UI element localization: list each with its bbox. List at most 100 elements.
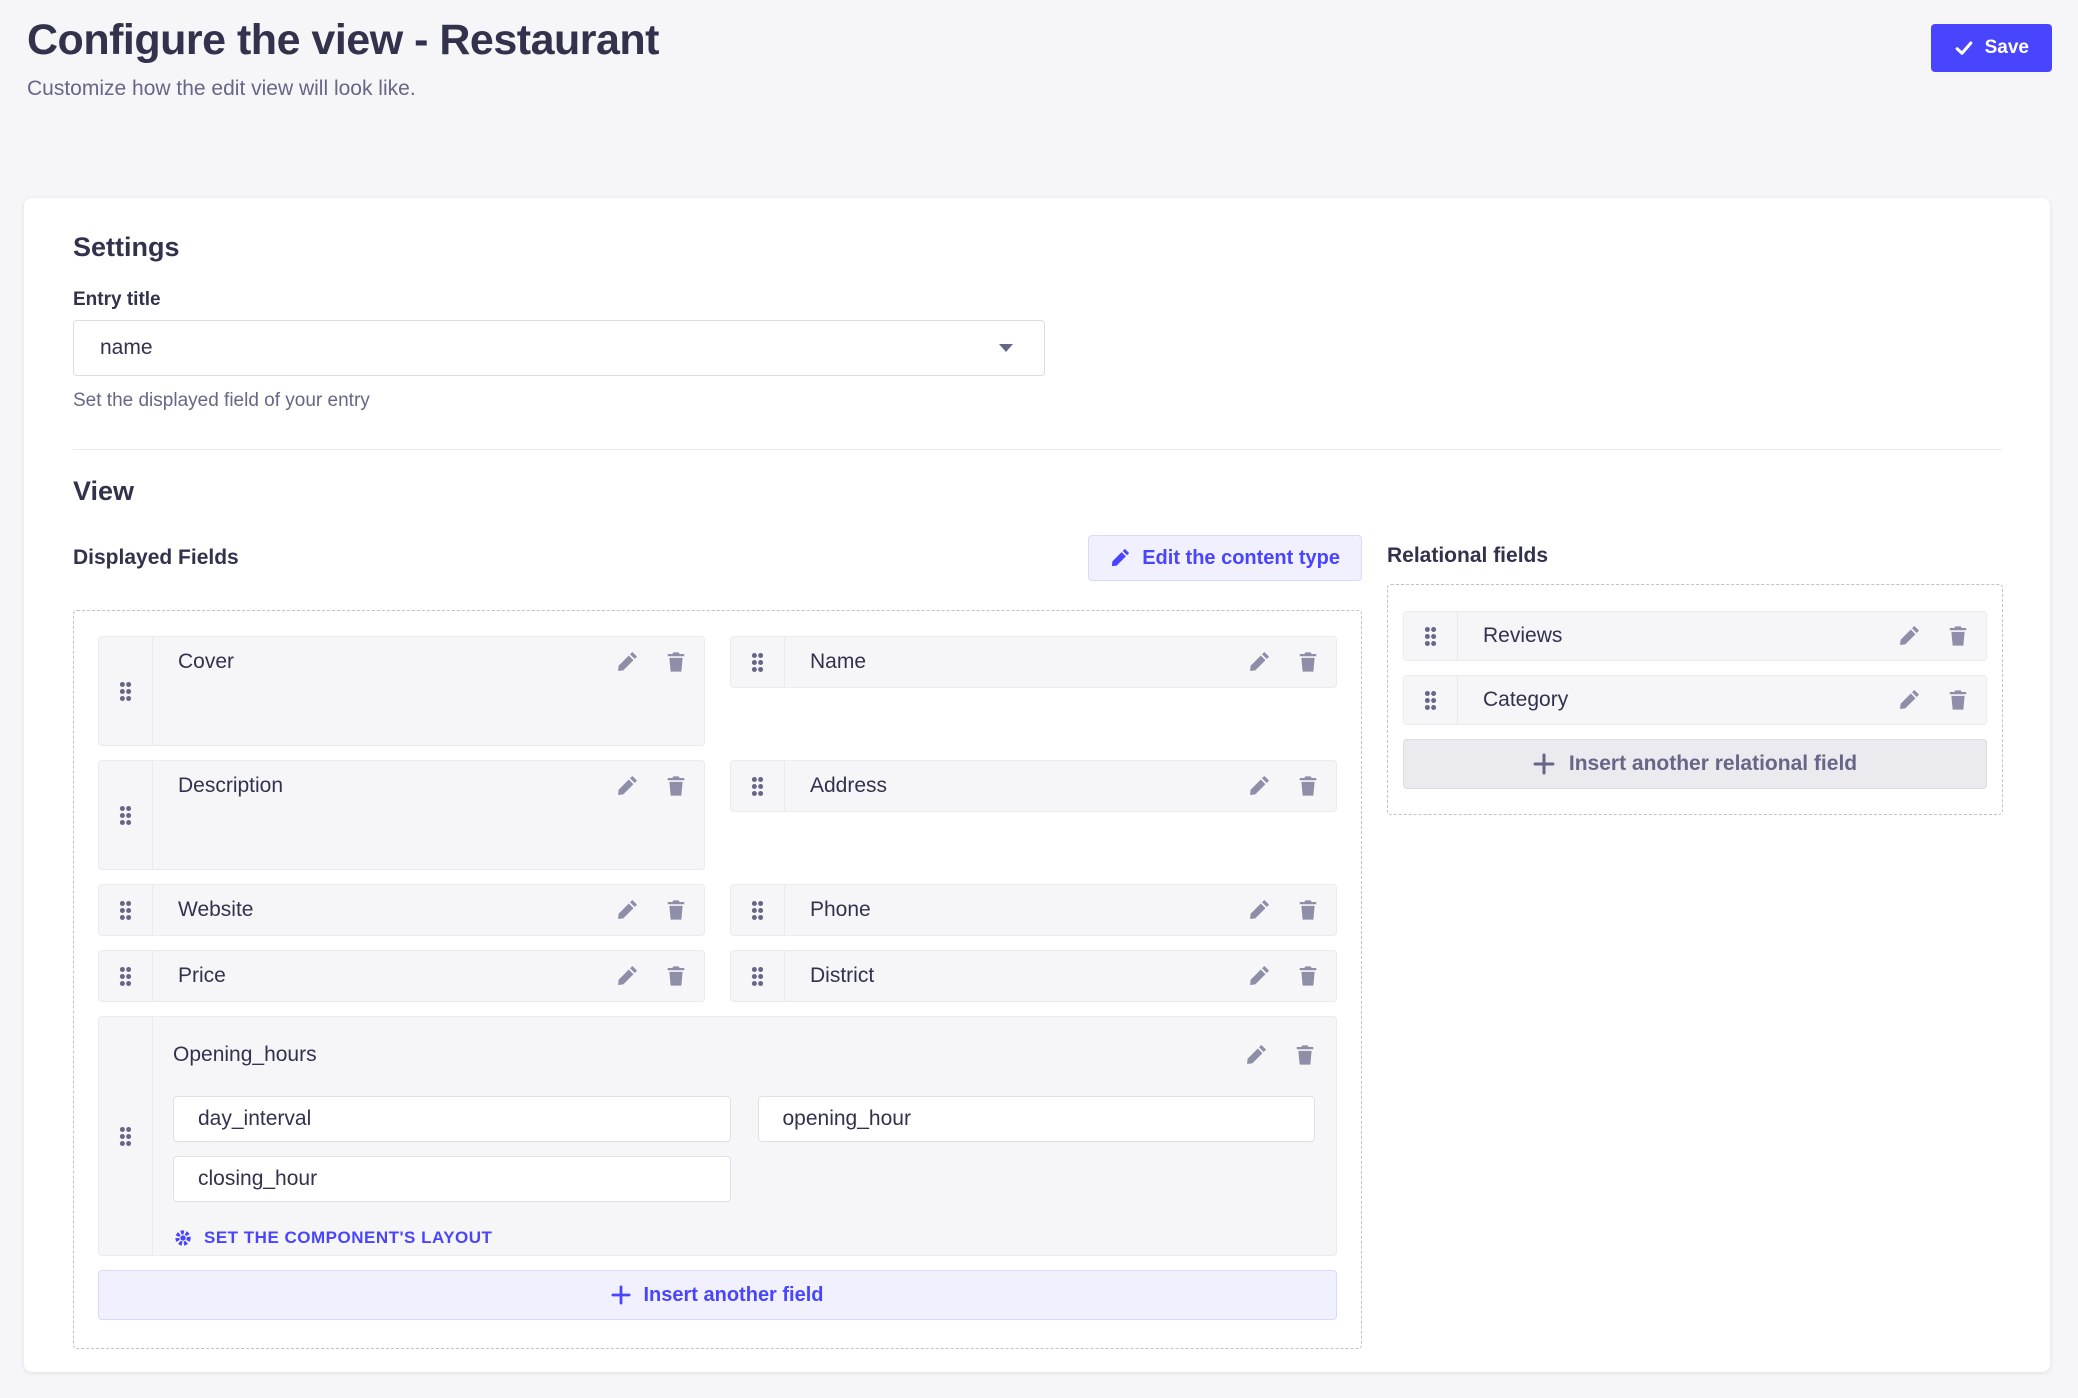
- entry-title-select[interactable]: name: [73, 320, 1045, 376]
- delete-field-button[interactable]: [1297, 775, 1319, 797]
- drag-handle[interactable]: [99, 637, 153, 745]
- subfield-label: opening_hour: [783, 1107, 911, 1131]
- delete-field-button[interactable]: [1947, 689, 1969, 711]
- field-card-address[interactable]: Address: [730, 760, 1337, 812]
- delete-field-button[interactable]: [665, 651, 687, 673]
- field-label: Cover: [178, 650, 589, 674]
- relational-fields-title: Relational fields: [1387, 544, 2003, 568]
- view-section-title: View: [73, 476, 2002, 507]
- delete-field-button[interactable]: [1297, 899, 1319, 921]
- drag-handle[interactable]: [99, 951, 153, 1001]
- trash-icon: [665, 965, 687, 987]
- trash-icon: [665, 651, 687, 673]
- relational-field-label: Reviews: [1483, 624, 1871, 648]
- drag-handle[interactable]: [1404, 612, 1458, 660]
- trash-icon: [1297, 899, 1319, 921]
- field-label: District: [810, 964, 1221, 988]
- edit-content-type-button[interactable]: Edit the content type: [1088, 535, 1362, 581]
- relational-fields-dropzone: Reviews Category: [1387, 584, 2003, 815]
- trash-icon: [1294, 1044, 1316, 1066]
- drag-handle[interactable]: [731, 885, 785, 935]
- trash-icon: [1947, 625, 1969, 647]
- insert-another-field-label: Insert another field: [643, 1284, 823, 1307]
- trash-icon: [1297, 965, 1319, 987]
- delete-field-button[interactable]: [1297, 965, 1319, 987]
- field-label: Website: [178, 898, 589, 922]
- subfield-label: closing_hour: [198, 1167, 317, 1191]
- drag-handle[interactable]: [731, 761, 785, 811]
- component-subfield-day-interval[interactable]: day_interval: [173, 1096, 731, 1142]
- pencil-icon: [1245, 1044, 1267, 1066]
- drag-handle-icon: [751, 776, 764, 797]
- pencil-icon: [616, 899, 638, 921]
- relational-card-category[interactable]: Category: [1403, 675, 1987, 725]
- component-subfield-opening-hour[interactable]: opening_hour: [758, 1096, 1316, 1142]
- drag-handle[interactable]: [99, 1017, 153, 1255]
- caret-down-icon: [999, 344, 1013, 352]
- field-card-description[interactable]: Description: [98, 760, 705, 870]
- subfield-label: day_interval: [198, 1107, 311, 1131]
- drag-handle[interactable]: [731, 951, 785, 1001]
- drag-handle-icon: [1424, 690, 1437, 711]
- component-subfield-closing-hour[interactable]: closing_hour: [173, 1156, 731, 1202]
- pencil-icon: [1898, 689, 1920, 711]
- entry-title-label: Entry title: [73, 289, 2002, 311]
- field-card-phone[interactable]: Phone: [730, 884, 1337, 936]
- settings-section-title: Settings: [73, 232, 2002, 263]
- drag-handle-icon: [1424, 626, 1437, 647]
- drag-handle-icon: [751, 900, 764, 921]
- edit-field-button[interactable]: [616, 899, 638, 921]
- insert-another-relational-field-label: Insert another relational field: [1569, 752, 1857, 776]
- delete-field-button[interactable]: [1947, 625, 1969, 647]
- pencil-icon: [616, 965, 638, 987]
- edit-field-button[interactable]: [1248, 651, 1270, 673]
- edit-field-button[interactable]: [1245, 1044, 1267, 1066]
- save-button[interactable]: Save: [1931, 24, 2052, 72]
- pencil-icon: [1248, 899, 1270, 921]
- edit-field-button[interactable]: [616, 775, 638, 797]
- relational-card-reviews[interactable]: Reviews: [1403, 611, 1987, 661]
- displayed-fields-dropzone: Cover Name: [73, 610, 1362, 1349]
- drag-handle[interactable]: [99, 885, 153, 935]
- edit-field-button[interactable]: [1248, 899, 1270, 921]
- field-card-name[interactable]: Name: [730, 636, 1337, 688]
- save-button-label: Save: [1985, 37, 2029, 59]
- displayed-fields-label: Displayed Fields: [73, 546, 239, 570]
- field-card-district[interactable]: District: [730, 950, 1337, 1002]
- entry-title-hint: Set the displayed field of your entry: [73, 390, 2002, 412]
- field-label: Phone: [810, 898, 1221, 922]
- delete-field-button[interactable]: [1297, 651, 1319, 673]
- drag-handle-icon: [751, 966, 764, 987]
- drag-handle-icon: [119, 1126, 132, 1147]
- pencil-icon: [1110, 548, 1130, 568]
- delete-field-button[interactable]: [665, 775, 687, 797]
- field-card-website[interactable]: Website: [98, 884, 705, 936]
- plus-icon: [1533, 753, 1555, 775]
- edit-field-button[interactable]: [1248, 775, 1270, 797]
- edit-field-button[interactable]: [1898, 625, 1920, 647]
- trash-icon: [1947, 689, 1969, 711]
- drag-handle[interactable]: [99, 761, 153, 869]
- delete-field-button[interactable]: [665, 965, 687, 987]
- gear-icon: [173, 1228, 193, 1248]
- delete-field-button[interactable]: [665, 899, 687, 921]
- component-label: Opening_hours: [173, 1043, 1218, 1067]
- field-card-price[interactable]: Price: [98, 950, 705, 1002]
- pencil-icon: [1248, 651, 1270, 673]
- field-card-cover[interactable]: Cover: [98, 636, 705, 746]
- drag-handle[interactable]: [731, 637, 785, 687]
- delete-field-button[interactable]: [1294, 1044, 1316, 1066]
- drag-handle-icon: [119, 805, 132, 826]
- insert-another-field-button[interactable]: Insert another field: [98, 1270, 1337, 1320]
- section-divider: [73, 449, 2002, 450]
- field-card-opening-hours[interactable]: Opening_hours day_interval opening_hour: [98, 1016, 1337, 1256]
- field-label: Description: [178, 774, 589, 798]
- insert-another-relational-field-button[interactable]: Insert another relational field: [1403, 739, 1987, 789]
- set-component-layout-link[interactable]: SET THE COMPONENT'S LAYOUT: [173, 1228, 492, 1248]
- edit-field-button[interactable]: [1898, 689, 1920, 711]
- edit-field-button[interactable]: [1248, 965, 1270, 987]
- edit-field-button[interactable]: [616, 965, 638, 987]
- edit-field-button[interactable]: [616, 651, 638, 673]
- pencil-icon: [1248, 965, 1270, 987]
- drag-handle[interactable]: [1404, 676, 1458, 724]
